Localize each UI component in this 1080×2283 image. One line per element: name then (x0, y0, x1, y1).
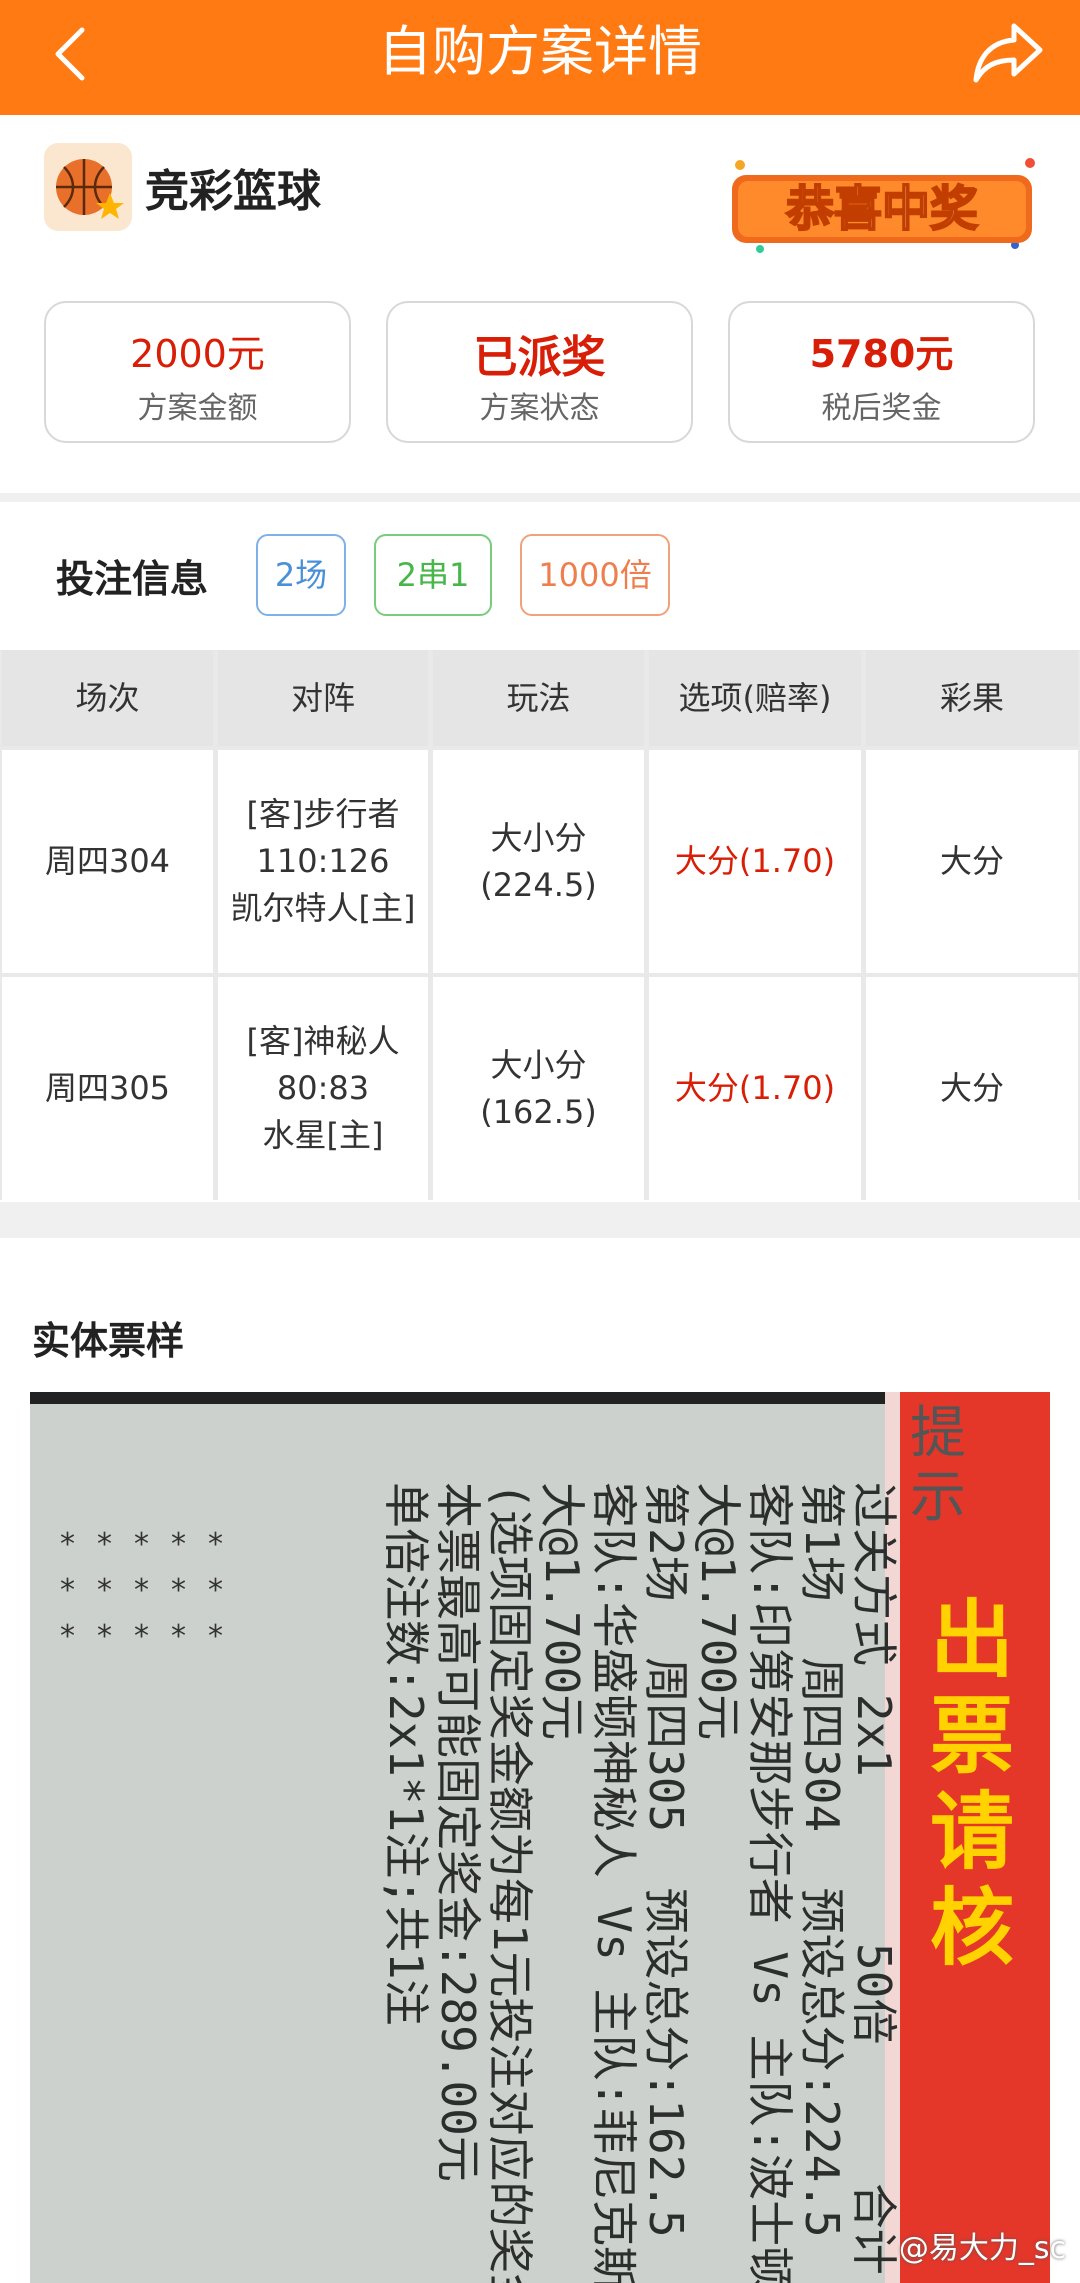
top-bar: 自购方案详情 (0, 0, 1080, 115)
fixture-cell: [客]神秘人 80:83 水星[主] (218, 977, 428, 1200)
table-header: 场次 对阵 玩法 选项(赔率) 彩果 (0, 650, 1080, 746)
stat-amount-label: 方案金额 (137, 391, 258, 426)
ticket-card: 实体票样 出票请核 提示 过关方式 2x1 50倍 合计 第1场 周四304 预设… (0, 1238, 1080, 2283)
stat-prize-value: 5780元 (809, 332, 954, 376)
table-row: 周四305 [客]神秘人 80:83 水星[主] 大小分 (162.5) 大分(1.7… (0, 977, 1080, 1200)
weibo-watermark: @易大力_sc (898, 2231, 1066, 2266)
fixture-cell: [客]步行者 110:126 凯尔特人[主] (218, 750, 428, 973)
col-header: 对阵 (218, 650, 428, 746)
ticket-text: 过关方式 2x1 50倍 合计 第1场 周四304 预设总分:224.5 客队:印第… (379, 1482, 901, 2283)
away-team: [客]步行者 (246, 795, 400, 833)
stat-prize-label: 税后奖金 (821, 391, 942, 426)
stat-prize: 5780元 税后奖金 (728, 301, 1035, 443)
score: 110:126 (256, 842, 390, 880)
pick-cell: 大分(1.70) (649, 750, 861, 973)
result-cell: 大分 (866, 750, 1078, 973)
table-row: 周四304 [客]步行者 110:126 凯尔特人[主] 大小分 (224.5) 大分… (0, 750, 1080, 973)
lottery-name: 竞彩篮球 (145, 166, 321, 217)
summary-card: 竞彩篮球 恭喜中奖 2000元 方案金额 已派奖 方案状态 5780元 税后奖金 (0, 115, 1080, 493)
play-type: 大小分 (490, 818, 587, 857)
bet-info-card: 投注信息 2场 2串1 1000倍 场次 对阵 玩法 选项(赔率) 彩果 周四3… (0, 502, 1080, 1202)
play-type: 大小分 (490, 1045, 587, 1084)
col-header: 场次 (2, 650, 213, 746)
ticket-stars: ***** ***** ***** (60, 1527, 245, 1654)
play-line: (162.5) (480, 1092, 597, 1131)
stat-status: 已派奖 方案状态 (386, 301, 693, 443)
play-cell: 大小分 (162.5) (433, 977, 644, 1200)
home-team: 水星[主] (262, 1116, 384, 1154)
ticket-title: 实体票样 (32, 1319, 185, 1363)
chip-parlay: 2串1 (374, 534, 492, 616)
win-badge: 恭喜中奖 (720, 145, 1050, 265)
ticket-hint: 提示 (910, 1401, 966, 1530)
stat-amount: 2000元 方案金额 (44, 301, 351, 443)
home-team: 凯尔特人[主] (230, 889, 416, 927)
play-cell: 大小分 (224.5) (433, 750, 644, 973)
page-title: 自购方案详情 (378, 20, 702, 83)
share-icon[interactable] (970, 18, 1046, 88)
col-header: 选项(赔率) (649, 650, 861, 746)
bet-info-title: 投注信息 (56, 557, 209, 601)
basketball-logo-icon (44, 143, 132, 231)
match-cell: 周四305 (2, 977, 213, 1200)
ticket-side-text: 出票请核 (930, 1591, 1015, 1977)
col-header: 玩法 (433, 650, 644, 746)
pick-cell: 大分(1.70) (649, 977, 861, 1200)
col-header: 彩果 (866, 650, 1078, 746)
score: 80:83 (276, 1069, 370, 1107)
stat-status-label: 方案状态 (479, 391, 600, 426)
stat-amount-value: 2000元 (130, 332, 265, 376)
stat-status-value: 已派奖 (473, 332, 606, 383)
ticket-photo: 出票请核 提示 过关方式 2x1 50倍 合计 第1场 周四304 预设总分:22… (30, 1392, 1050, 2283)
match-cell: 周四304 (2, 750, 213, 973)
result-cell: 大分 (866, 977, 1078, 1200)
chip-multiplier: 1000倍 (520, 534, 670, 616)
away-team: [客]神秘人 (246, 1022, 400, 1060)
chip-matches: 2场 (256, 534, 346, 616)
play-line: (224.5) (480, 865, 597, 904)
svg-text:恭喜中奖: 恭喜中奖 (785, 181, 978, 237)
